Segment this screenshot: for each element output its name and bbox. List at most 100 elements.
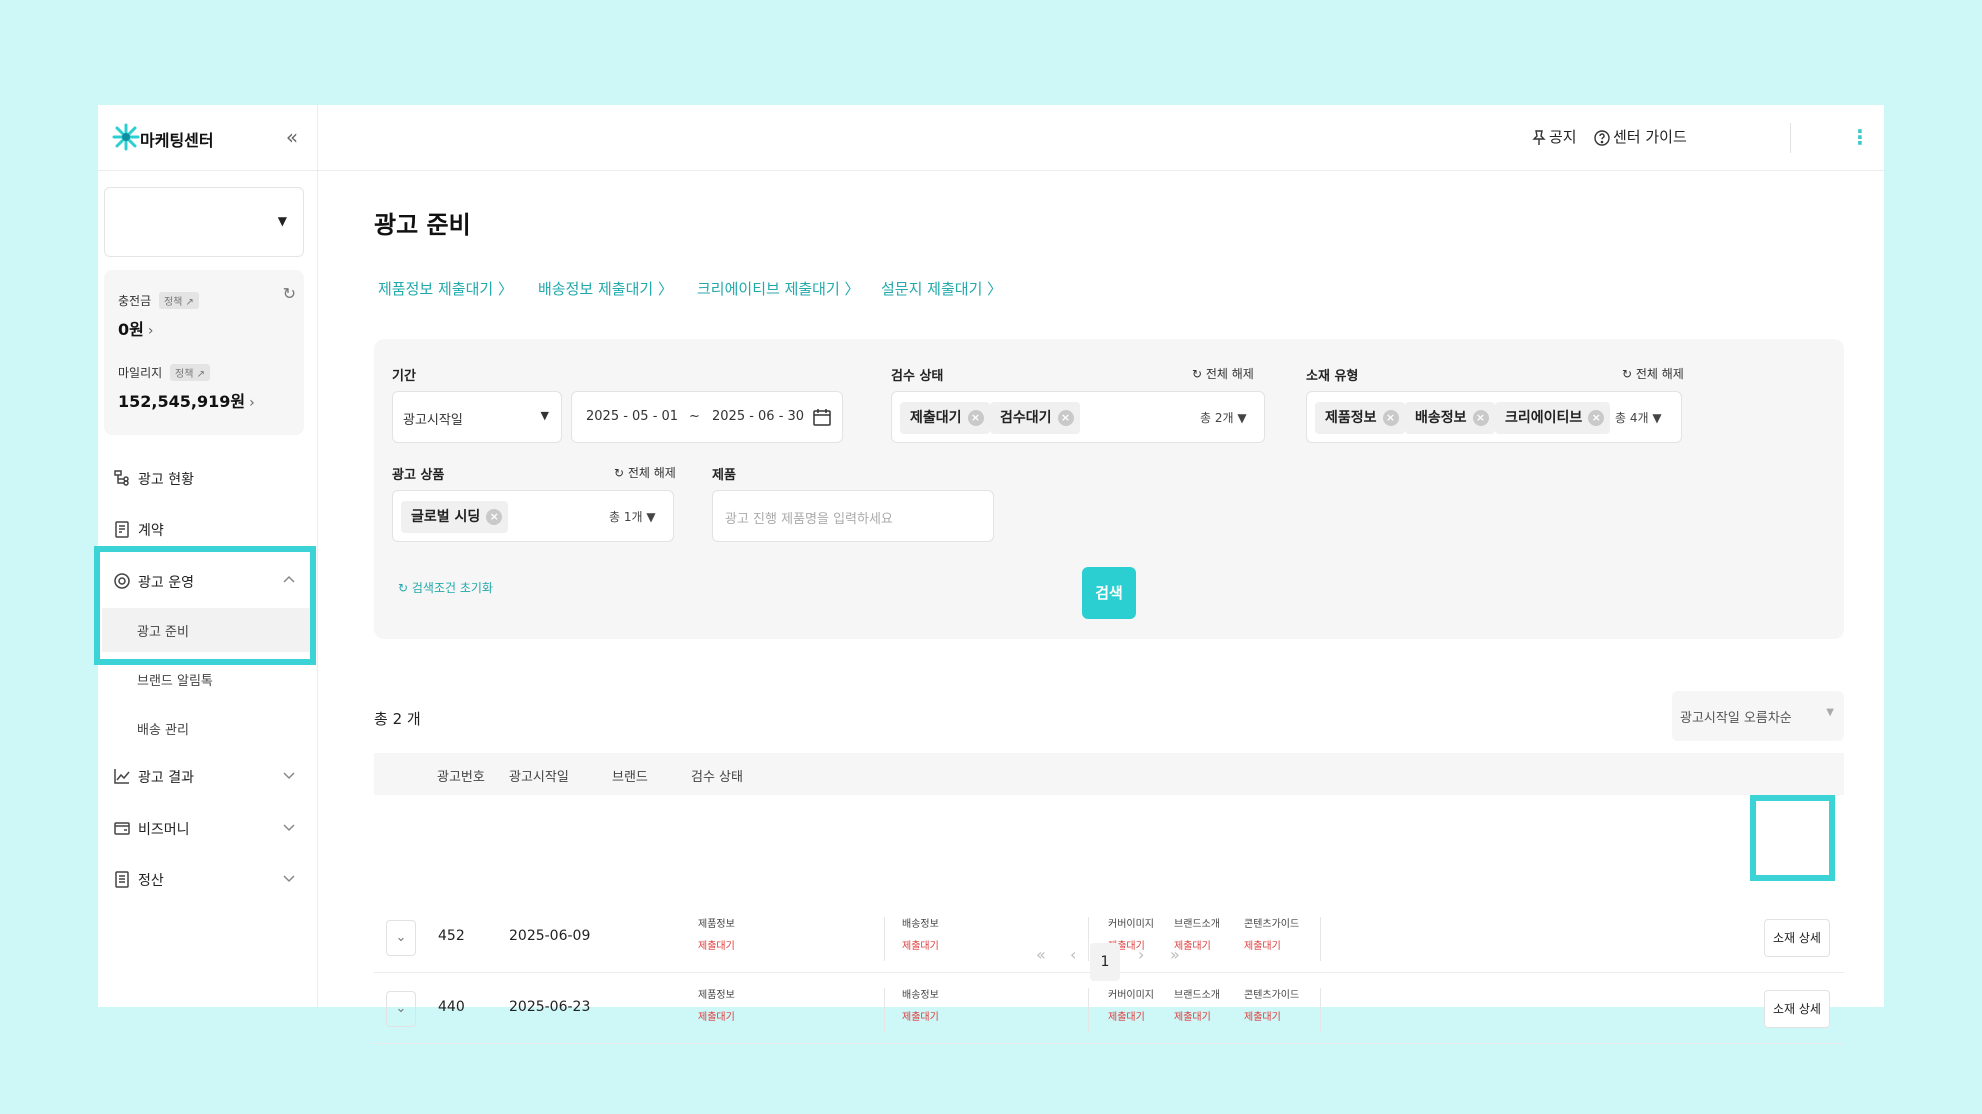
app-window: 마케팅센터 « ▼ ↻ 충전금 정책 ↗ 0원 › 마일리지 정책 ↗ 152,5… [94, 105, 1884, 1044]
sidebar-item-bizmoney[interactable]: 비즈머니 [98, 806, 318, 850]
divider [1088, 917, 1089, 961]
material-detail-button[interactable]: 소재 상세 [1764, 990, 1830, 1028]
ad-product-count: 총 1개 ▼ [609, 510, 656, 524]
status-product-info: 제품정보 제출대기 [698, 990, 735, 1023]
help-circle-icon [1594, 129, 1610, 146]
chevron-right-icon: › [249, 395, 255, 411]
sidebar-item-ad-result[interactable]: 광고 결과 [98, 754, 318, 798]
sidebar: 마케팅센터 « ▼ ↻ 충전금 정책 ↗ 0원 › 마일리지 정책 ↗ 152,5… [94, 105, 318, 1007]
sidebar-subitem-delivery[interactable]: 배송 관리 [102, 706, 312, 750]
ad-number: 452 [438, 928, 465, 944]
charge-policy-link[interactable]: 정책 ↗ [158, 292, 199, 309]
col-start-date: 광고시작일 [509, 770, 569, 785]
charge-value[interactable]: 0원 › [118, 316, 153, 340]
page-title: 광고 준비 [374, 211, 471, 239]
status-product-info: 제품정보 제출대기 [698, 919, 735, 952]
center-guide-link[interactable]: 센터 가이드 [1594, 125, 1687, 149]
col-ad-number: 광고번호 [437, 770, 485, 785]
mileage-policy-link[interactable]: 정책 ↗ [170, 364, 210, 381]
product-label: 제품 [712, 468, 736, 483]
chip-delivery-info: 배송정보 × [1405, 402, 1495, 434]
notice-link[interactable]: 공지 [1532, 125, 1577, 149]
logo-row: 마케팅센터 « [98, 105, 318, 171]
next-page-button[interactable]: › [1138, 945, 1144, 964]
sidebar-subitem-ad-prep[interactable]: 광고 준비 [102, 608, 312, 652]
review-reset-button[interactable]: ↻ 전체 해제 [1192, 365, 1254, 382]
ad-product-reset-button[interactable]: ↻ 전체 해제 [614, 464, 676, 481]
ad-status-icon [114, 470, 129, 486]
calendar-icon[interactable] [812, 407, 832, 427]
mileage-label: 마일리지 정책 ↗ [118, 364, 210, 381]
status-delivery-info: 배송정보 제출대기 [902, 990, 939, 1023]
sidebar-item-contract[interactable]: 계약 [98, 507, 318, 551]
topbar-divider [1790, 123, 1791, 153]
status-content-guide: 콘텐츠가이드 제출대기 [1244, 919, 1300, 952]
chip-product-info: 제품정보 × [1315, 402, 1405, 434]
material-detail-button[interactable]: 소재 상세 [1764, 919, 1830, 957]
material-type-label: 소재 유형 [1306, 369, 1359, 384]
sidebar-item-settlement[interactable]: 정산 [98, 857, 318, 901]
period-type-select[interactable]: 광고시작일 ▼ [392, 391, 562, 443]
expand-row-button[interactable]: ⌄ [386, 991, 416, 1027]
ad-product-select[interactable]: 글로벌 시딩 × 총 1개 ▼ [392, 490, 674, 542]
mileage-value[interactable]: 152,545,919원 › [118, 388, 255, 412]
search-button[interactable]: 검색 [1082, 567, 1136, 619]
product-input-placeholder: 광고 진행 제품명을 입력하세요 [725, 512, 893, 527]
sidebar-item-ad-status[interactable]: 광고 현황 [98, 456, 318, 500]
review-status-label: 검수 상태 [891, 369, 944, 384]
status-delivery-info: 배송정보 제출대기 [902, 919, 939, 952]
refresh-icon[interactable]: ↻ [283, 284, 296, 303]
step-creative[interactable]: 크리에이티브 제출대기 〉 [697, 278, 860, 299]
remove-chip-icon[interactable]: × [1382, 410, 1399, 426]
app-name: 마케팅센터 [140, 131, 214, 150]
sidebar-subitem-brand-alimtalk[interactable]: 브랜드 알림톡 [102, 657, 312, 701]
material-count: 총 4개 ▼ [1615, 411, 1662, 425]
step-delivery-info[interactable]: 배송정보 제출대기 〉 [538, 278, 673, 299]
review-status-select[interactable]: 제출대기 × 검수대기 × 총 2개 ▼ [891, 391, 1265, 443]
chip-review-wait: 검수대기 × [990, 402, 1080, 434]
step-survey[interactable]: 설문지 제출대기 〉 [881, 278, 1002, 299]
first-page-button[interactable]: « [1036, 945, 1046, 964]
status-brand-intro: 브랜드소개 제출대기 [1174, 990, 1220, 1023]
col-brand: 브랜드 [612, 770, 648, 785]
chevron-down-icon [283, 772, 295, 780]
chip-global-seeding: 글로벌 시딩 × [401, 501, 509, 533]
sort-select[interactable]: 광고시작일 오름차순 ▼ [1672, 691, 1844, 741]
collapse-sidebar-button[interactable]: « [278, 123, 306, 151]
chevron-up-icon [283, 575, 295, 583]
last-page-button[interactable]: » [1170, 945, 1180, 964]
remove-chip-icon[interactable]: × [1472, 410, 1489, 426]
ad-product-label: 광고 상품 [392, 468, 445, 483]
chip-submit-wait: 제출대기 × [900, 402, 990, 434]
more-menu-icon[interactable]: ⋮ [1850, 123, 1870, 151]
step-product-info[interactable]: 제품정보 제출대기 〉 [378, 278, 513, 299]
table-row: ⌄ 440 2025-06-23 제품정보 제출대기 배송정보 제출대기 커버이미지… [374, 974, 1844, 1044]
table-header: 광고번호 광고시작일 브랜드 검수 상태 [374, 753, 1844, 795]
divider [1320, 988, 1321, 1032]
divider [884, 917, 885, 961]
reset-filters-button[interactable]: ↻ 검색조건 초기화 [398, 579, 493, 596]
material-reset-button[interactable]: ↻ 전체 해제 [1622, 365, 1684, 382]
caret-down-icon: ▼ [1826, 707, 1834, 718]
chevron-down-icon [283, 875, 295, 883]
remove-chip-icon[interactable]: × [1588, 410, 1605, 426]
caret-down-icon: ▼ [277, 214, 287, 228]
product-search-input[interactable]: 광고 진행 제품명을 입력하세요 [712, 490, 994, 542]
wallet-icon [114, 822, 130, 835]
material-type-select[interactable]: 제품정보 × 배송정보 × 크리에이티브 × 총 4개 ▼ [1306, 391, 1682, 443]
chart-line-icon [114, 769, 130, 784]
start-date: 2025-06-09 [509, 928, 591, 944]
expand-row-button[interactable]: ⌄ [386, 920, 416, 956]
remove-chip-icon[interactable]: × [967, 410, 984, 426]
chevron-right-icon: › [147, 323, 154, 339]
logo-icon [112, 123, 140, 151]
date-range-picker[interactable]: 2025 - 05 - 01 ~ 2025 - 06 - 30 [571, 391, 843, 443]
prev-page-button[interactable]: ‹ [1070, 945, 1076, 964]
remove-chip-icon[interactable]: × [1057, 410, 1074, 426]
sidebar-item-ad-operation[interactable]: 광고 운영 [98, 559, 318, 603]
divider [1320, 917, 1321, 961]
remove-chip-icon[interactable]: × [486, 509, 503, 525]
account-select[interactable]: ▼ [104, 187, 304, 257]
topbar: 공지 센터 가이드 ⋮ [318, 105, 1884, 171]
page-number[interactable]: 1 [1090, 943, 1120, 981]
